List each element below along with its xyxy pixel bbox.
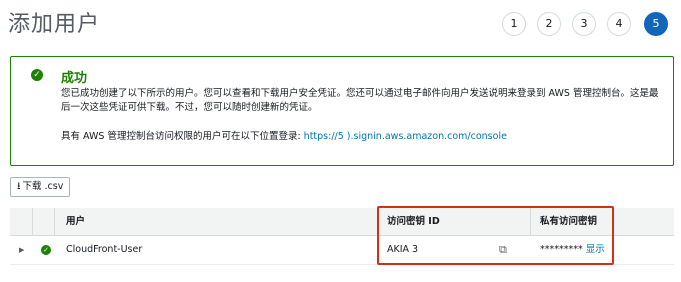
step-2[interactable]: 2 xyxy=(537,12,561,36)
console-login-label: 具有 AWS 管理控制台访问权限的用户可在以下位置登录: xyxy=(61,131,304,142)
check-circle-icon: ✓ xyxy=(41,245,51,255)
step-1[interactable]: 1 xyxy=(502,12,526,36)
download-csv-label: 下载 .csv xyxy=(22,181,64,192)
download-csv-button[interactable]: ⭳ 下载 .csv xyxy=(10,177,71,197)
check-circle-icon: ✓ xyxy=(31,69,43,81)
expand-row-icon[interactable]: ▶ xyxy=(19,236,24,264)
alert-message: 您已成功创建了以下所示的用户。您可以查看和下载用户安全凭证。您还可以通过电子邮件… xyxy=(61,88,659,113)
wizard-steps: 1 2 3 4 5 xyxy=(0,12,681,36)
console-login-text: 具有 AWS 管理控制台访问权限的用户可在以下位置登录: https://5 )… xyxy=(61,128,507,142)
user-name: CloudFront-User xyxy=(66,244,143,255)
column-divider xyxy=(54,208,55,235)
step-4[interactable]: 4 xyxy=(607,12,631,36)
highlight-box xyxy=(377,206,614,265)
success-alert: ✓ 成功 您已成功创建了以下所示的用户。您可以查看和下载用户安全凭证。您还可以通… xyxy=(10,56,674,166)
column-header-user[interactable]: 用户 xyxy=(66,208,85,235)
alert-heading: 成功 xyxy=(61,71,88,86)
download-icon: ⭳ xyxy=(17,181,21,192)
console-login-link[interactable]: https://5 ).signin.aws.amazon.com/consol… xyxy=(304,131,507,142)
column-divider xyxy=(32,208,33,235)
step-3[interactable]: 3 xyxy=(572,12,596,36)
step-5-current: 5 xyxy=(644,12,668,36)
